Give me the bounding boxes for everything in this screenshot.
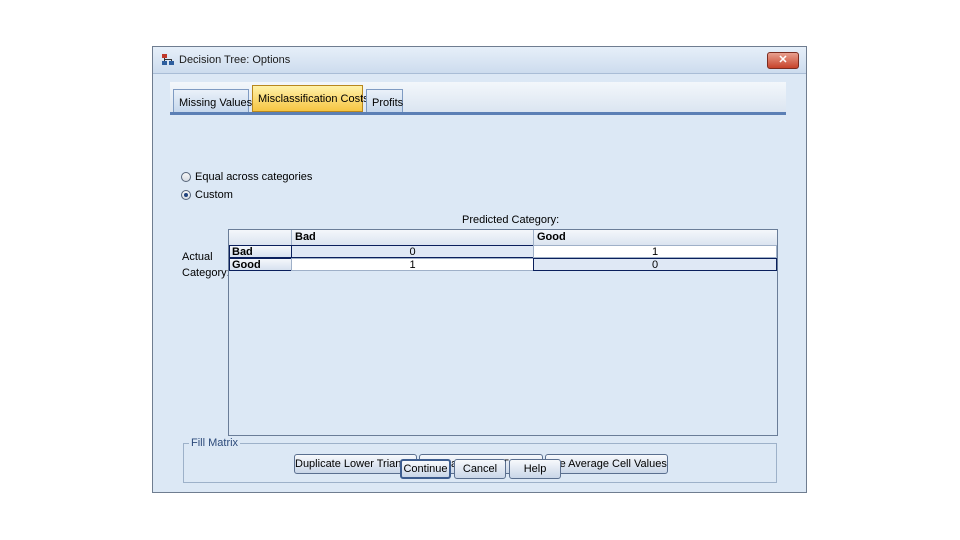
grid-header: Bad Good	[229, 230, 777, 246]
help-button[interactable]: Help	[509, 459, 561, 479]
row-header-bad: Bad	[229, 245, 292, 258]
cost-cell-bad-bad[interactable]: 0	[291, 245, 534, 258]
dialog-body: Missing Values Misclassification Costs P…	[158, 74, 801, 488]
cost-matrix-grid[interactable]: Bad Good Bad 0 1 Good 1 0	[228, 229, 778, 436]
tab-profits[interactable]: Profits	[366, 89, 403, 112]
fill-matrix-legend: Fill Matrix	[189, 437, 241, 449]
radio-custom[interactable]: Custom	[181, 189, 233, 201]
column-header-bad: Bad	[291, 230, 533, 245]
continue-button[interactable]: Continue	[400, 459, 451, 479]
cost-cell-good-good[interactable]: 0	[533, 258, 777, 271]
tab-strip: Missing Values Misclassification Costs P…	[170, 82, 786, 115]
cost-cell-bad-good[interactable]: 1	[533, 245, 777, 258]
window-title: Decision Tree: Options	[179, 54, 291, 66]
decision-tree-options-dialog: Decision Tree: Options ✕ Missing Values …	[152, 46, 807, 493]
use-average-cell-values-button[interactable]: Use Average Cell Values	[545, 454, 668, 474]
predicted-category-label: Predicted Category:	[462, 214, 560, 226]
cost-cell-good-bad[interactable]: 1	[291, 258, 534, 271]
title-bar[interactable]: Decision Tree: Options ✕	[153, 47, 806, 74]
actual-label-line: Category:	[182, 267, 230, 279]
close-button[interactable]: ✕	[767, 52, 799, 69]
duplicate-lower-triangle-button[interactable]: Duplicate Lower Triangle	[294, 454, 417, 474]
decision-tree-app-icon	[162, 54, 174, 65]
row-header-good: Good	[229, 258, 292, 271]
radio-button[interactable]	[181, 190, 191, 200]
actual-category-label: Actual Category:	[182, 249, 230, 281]
column-header-good: Good	[533, 230, 777, 245]
tab-misclassification-costs[interactable]: Misclassification Costs	[252, 85, 369, 112]
close-icon: ✕	[778, 54, 788, 66]
radio-label: Equal across categories	[195, 171, 313, 183]
tab-missing-values[interactable]: Missing Values	[173, 89, 252, 112]
radio-button[interactable]	[181, 172, 191, 182]
radio-label: Custom	[195, 189, 233, 201]
cancel-button[interactable]: Cancel	[454, 459, 506, 479]
radio-equal-across-categories[interactable]: Equal across categories	[181, 171, 312, 183]
actual-label-line: Actual	[182, 251, 213, 263]
